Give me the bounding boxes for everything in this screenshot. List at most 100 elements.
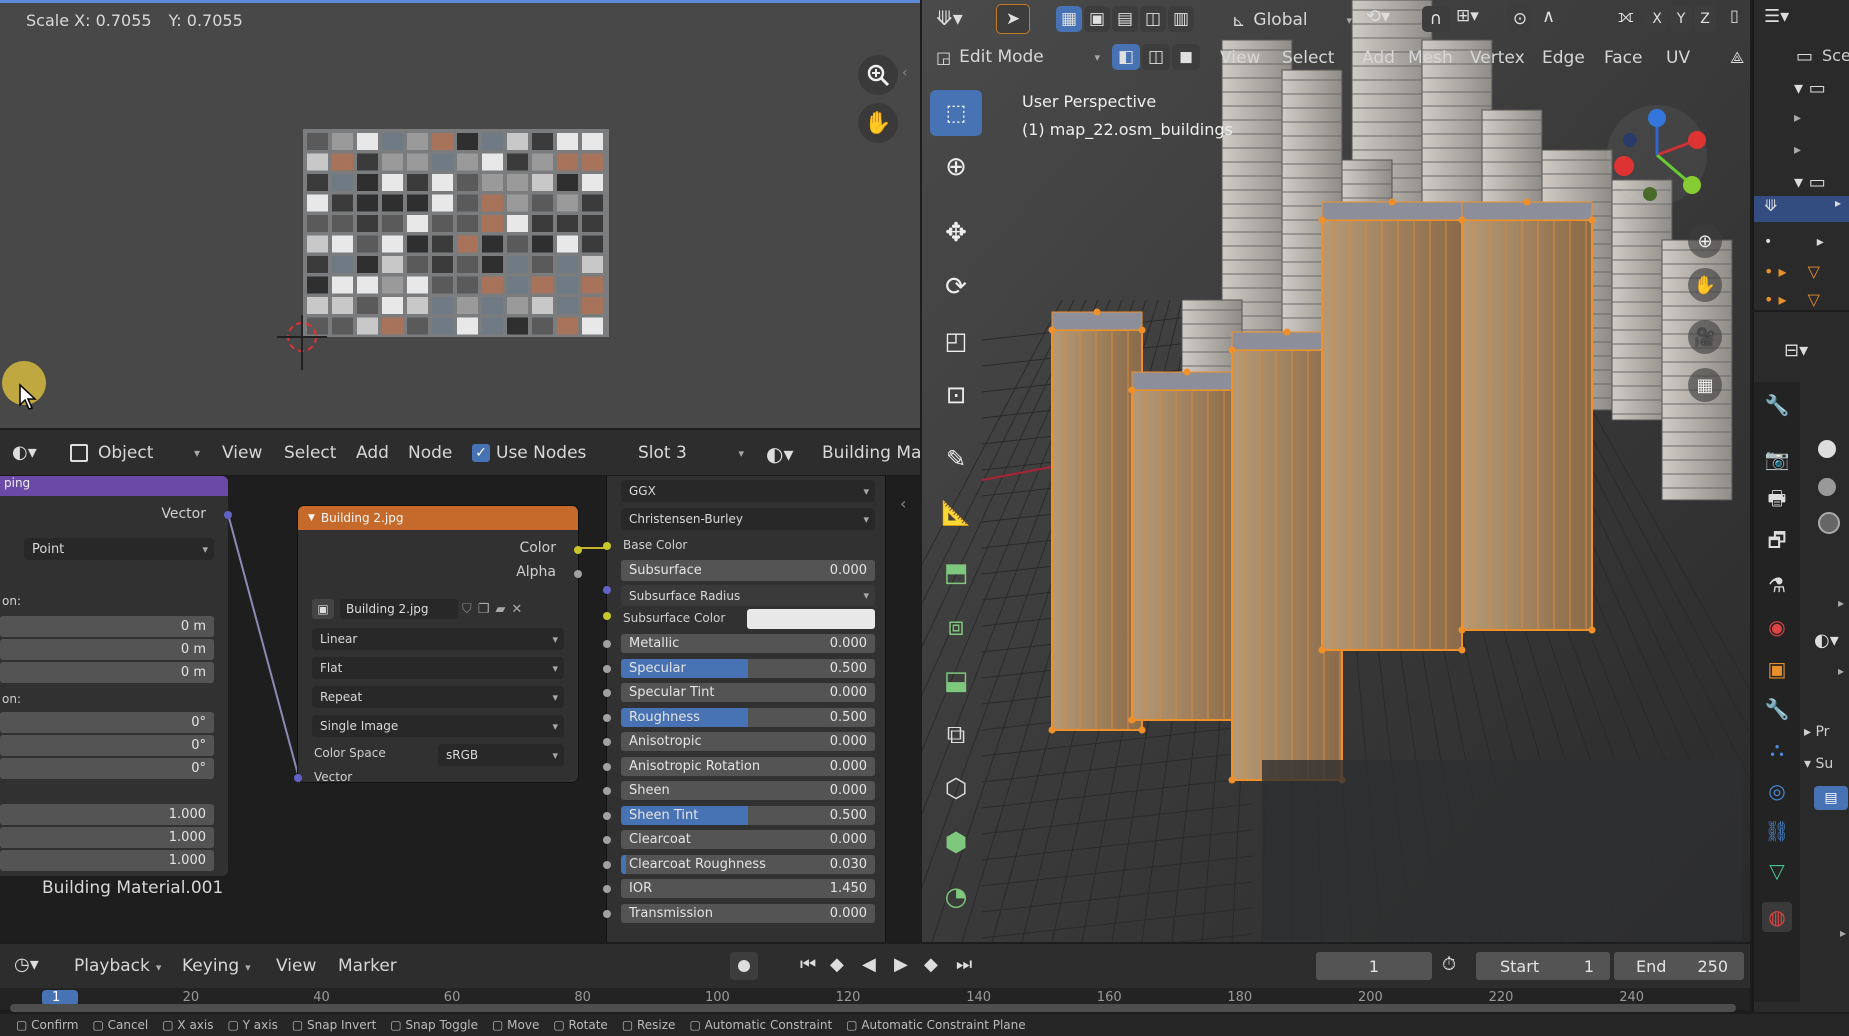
object-properties-icon[interactable]: ▣ bbox=[1762, 654, 1792, 684]
surface-button-icon[interactable]: ▤ bbox=[1814, 786, 1848, 810]
scale-y-field[interactable]: 1.000 bbox=[0, 827, 214, 848]
viewport-menu-face[interactable]: Face bbox=[1604, 48, 1642, 68]
object-shader-dropdown[interactable]: Object ▾ bbox=[70, 438, 200, 468]
keying-menu[interactable]: Keying ▾ bbox=[182, 956, 251, 976]
select-subtract-icon[interactable]: ▤ bbox=[1112, 6, 1138, 32]
vertex-select-mode-icon[interactable]: ◧ bbox=[1112, 44, 1140, 70]
material-properties-icon[interactable]: ◍ bbox=[1762, 902, 1792, 932]
viewport-gizmo-toggle-icon[interactable]: ⟁ bbox=[1730, 48, 1744, 68]
image-name-field[interactable]: Building 2.jpg bbox=[340, 599, 458, 619]
timeline-editor-icon[interactable]: ◷▾ bbox=[14, 954, 39, 975]
editor-type-icon[interactable]: ◐▾ bbox=[12, 442, 56, 466]
mirror-z-button[interactable]: Z bbox=[1694, 6, 1716, 32]
expand-arrow-icon[interactable]: ▸ bbox=[1838, 596, 1844, 610]
material-preview-sphere[interactable] bbox=[1818, 440, 1836, 458]
jump-end-icon[interactable]: ⏭ bbox=[956, 954, 972, 975]
selected-building[interactable] bbox=[1461, 219, 1593, 631]
record-button[interactable] bbox=[730, 952, 758, 980]
panel-header-pr[interactable]: ▸ Pr bbox=[1804, 724, 1829, 740]
bsdf-field-specular[interactable]: Specular 0.500 bbox=[621, 658, 875, 678]
jump-start-icon[interactable]: ⏮ bbox=[800, 954, 816, 975]
navigation-gizmo[interactable] bbox=[1602, 100, 1712, 210]
selected-vertex[interactable] bbox=[1458, 216, 1466, 224]
viewport-menu-uv[interactable]: UV bbox=[1666, 48, 1690, 68]
rotation-x-field[interactable]: 0° bbox=[0, 712, 214, 733]
outliner-active-row[interactable]: ⟱ ▸ bbox=[1754, 196, 1849, 222]
constraints-icon[interactable]: ⛓ bbox=[1762, 816, 1792, 846]
tool-loop-cut[interactable]: ⧉ bbox=[930, 712, 982, 758]
tool-extrude[interactable]: ⬒ bbox=[930, 550, 982, 596]
mesh-data-icon[interactable]: • ▸ ▽ bbox=[1764, 262, 1820, 281]
node-sidebar-toggle-icon[interactable]: ‹ bbox=[900, 494, 906, 513]
mirror-options-icon[interactable]: ⟗ bbox=[1618, 6, 1634, 27]
input-socket[interactable] bbox=[603, 811, 611, 820]
viewport-menu-add[interactable]: Add bbox=[1362, 48, 1395, 68]
tool-inset[interactable]: ⧈ bbox=[930, 604, 982, 650]
current-frame-field[interactable]: 1 bbox=[1316, 952, 1432, 980]
image-texture-node[interactable]: ▼ Building 2.jpg Color Alpha ▣ Building 2… bbox=[294, 506, 582, 784]
bsdf-field-clearcoat-roughness[interactable]: Clearcoat Roughness 0.030 bbox=[621, 854, 875, 874]
node-menu-node[interactable]: Node bbox=[408, 443, 452, 463]
outliner-row[interactable]: ▸ bbox=[1794, 110, 1801, 126]
unlink-icon[interactable]: ✕ bbox=[511, 602, 522, 617]
playback-menu[interactable]: Playback ▾ bbox=[74, 956, 161, 976]
material-preview-sphere[interactable] bbox=[1818, 478, 1836, 496]
falloff-icon[interactable]: ∧ bbox=[1542, 6, 1555, 27]
socket[interactable] bbox=[603, 586, 611, 594]
scene-icon[interactable]: ▭ bbox=[1796, 46, 1813, 67]
outliner-row[interactable]: ▾ ▭ bbox=[1794, 78, 1826, 99]
panel-header-su[interactable]: ▾ Su bbox=[1804, 756, 1833, 772]
outliner-editor-icon[interactable]: ☰▾ bbox=[1764, 6, 1789, 27]
tool-bevel[interactable]: ⬓ bbox=[930, 658, 982, 704]
render-properties-icon[interactable]: 📷 bbox=[1762, 444, 1792, 474]
selected-vertex[interactable] bbox=[1458, 646, 1466, 654]
properties-editor-icon[interactable]: ⊟▾ bbox=[1784, 340, 1808, 361]
input-socket[interactable] bbox=[603, 909, 611, 918]
viewport-pan-icon[interactable]: ✋ bbox=[1688, 268, 1722, 302]
input-socket[interactable] bbox=[603, 860, 611, 869]
tool-scale[interactable]: ◰ bbox=[930, 318, 982, 364]
image-node-header[interactable]: ▼ Building 2.jpg bbox=[298, 506, 578, 530]
image-browse-icon[interactable]: ▣ bbox=[312, 599, 334, 619]
jump-keyframe-forward-icon[interactable]: ◆ bbox=[924, 954, 938, 975]
physics-icon[interactable]: ◎ bbox=[1762, 776, 1792, 806]
selected-vertex[interactable] bbox=[1138, 726, 1146, 734]
mirror-y-button[interactable]: Y bbox=[1670, 6, 1692, 32]
transform-orientation-dropdown[interactable]: ⊾ Global ▾ bbox=[1232, 6, 1352, 34]
node-menu-select[interactable]: Select bbox=[284, 443, 336, 463]
tool-spin[interactable]: ◔ bbox=[930, 874, 982, 920]
world-properties-icon[interactable]: ◉ bbox=[1762, 612, 1792, 642]
snap-toggle-icon[interactable]: ∩ bbox=[1422, 6, 1450, 32]
tool-annotate[interactable]: ✎ bbox=[930, 436, 982, 482]
mesh-data-properties-icon[interactable]: ▽ bbox=[1762, 856, 1792, 886]
jump-keyframe-back-icon[interactable]: ◆ bbox=[830, 954, 844, 975]
open-folder-icon[interactable]: ▰ bbox=[495, 602, 505, 617]
bsdf-field-metallic[interactable]: Metallic 0.000 bbox=[621, 634, 875, 653]
image-selector[interactable]: ▣ Building 2.jpg ⛉ ❐ ▰ ✕ bbox=[312, 598, 564, 620]
material-name-field[interactable]: Building Ma bbox=[822, 443, 921, 463]
mode-dropdown[interactable]: ◲ Edit Mode ▾ bbox=[936, 42, 1100, 72]
viewport-menu-view[interactable]: View bbox=[1220, 48, 1260, 68]
2d-cursor-icon[interactable] bbox=[272, 315, 332, 375]
proportional-edit-icon[interactable]: ⊙ bbox=[1506, 6, 1534, 32]
subsurface-method-dropdown[interactable]: Christensen-Burley ▾ bbox=[621, 508, 875, 530]
viewport-menu-vertex[interactable]: Vertex bbox=[1470, 48, 1525, 68]
bsdf-field-sheen-tint[interactable]: Sheen Tint 0.500 bbox=[621, 805, 875, 825]
selected-building[interactable] bbox=[1321, 219, 1463, 651]
tool-measure[interactable]: 📐 bbox=[930, 490, 982, 536]
image-alpha-socket[interactable] bbox=[574, 570, 582, 578]
snap-target-icon[interactable]: ⊞▾ bbox=[1456, 6, 1479, 26]
select-tool-button[interactable]: ➤ bbox=[996, 4, 1030, 34]
bsdf-field-anisotropic[interactable]: Anisotropic 0.000 bbox=[621, 732, 875, 751]
selected-vertex[interactable] bbox=[1093, 308, 1101, 316]
use-nodes-checkbox[interactable]: ✓ Use Nodes bbox=[472, 443, 586, 463]
principled-bsdf-node[interactable]: GGX ▾ Christensen-Burley ▾ Base Color Subs… bbox=[603, 476, 886, 942]
modifier-properties-icon[interactable]: 🔧 bbox=[1762, 694, 1792, 724]
image-color-socket[interactable] bbox=[574, 546, 582, 554]
input-socket[interactable] bbox=[603, 762, 611, 771]
output-properties-icon[interactable]: 🖶 bbox=[1762, 486, 1792, 516]
rotation-z-field[interactable]: 0° bbox=[0, 758, 214, 779]
bsdf-field-subsurface[interactable]: Subsurface 0.000 bbox=[621, 560, 875, 581]
selected-vertex[interactable] bbox=[1458, 626, 1466, 634]
tool-poly-build[interactable]: ⬢ bbox=[930, 820, 982, 866]
